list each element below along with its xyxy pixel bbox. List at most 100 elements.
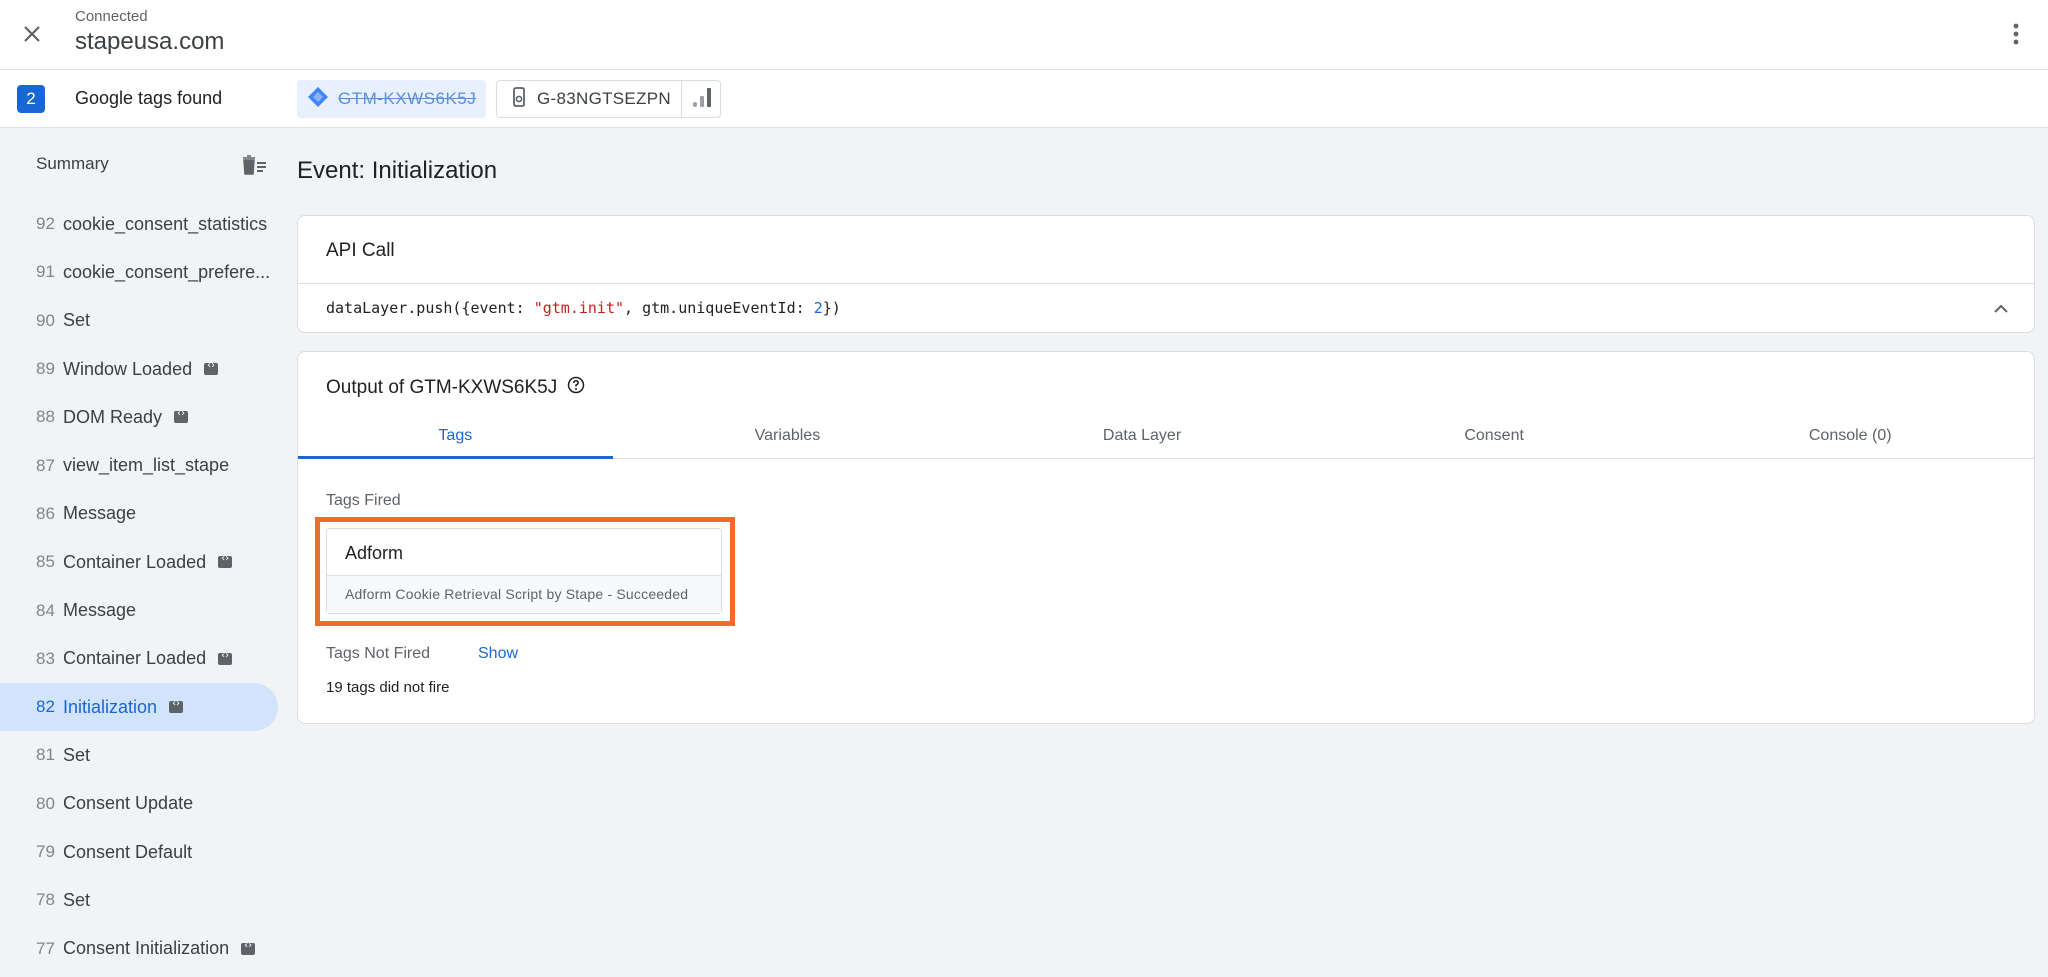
- tags-fired-label: Tags Fired: [326, 492, 401, 509]
- fired-tag-name: Adform: [345, 543, 404, 563]
- gtm-container-id: GTM-KXWS6K5J: [338, 89, 477, 108]
- google-tags-bar: 2 Google tags found GTM-KXWS6K5J G-83NGT…: [0, 70, 2048, 128]
- event-sidebar: Summary 92 cookie_consent_statistics 91 coo…: [0, 128, 280, 977]
- page-title: Event: Initialization: [297, 157, 498, 184]
- event-item-87[interactable]: 87 view_item_list_stape: [0, 441, 280, 489]
- code-string: "gtm.init": [533, 299, 625, 317]
- event-number: 89: [36, 359, 55, 379]
- event-number: 86: [36, 503, 55, 523]
- code-icon: [218, 650, 233, 665]
- tab-console-0[interactable]: Console (0): [1666, 418, 2034, 458]
- event-number: 80: [36, 793, 55, 813]
- event-item-79[interactable]: 79 Consent Default: [0, 828, 280, 876]
- event-number: 88: [36, 407, 55, 427]
- chip-divider: [680, 81, 682, 117]
- gtm-diamond-icon: [307, 86, 329, 113]
- event-item-78[interactable]: 78 Set: [0, 876, 280, 924]
- event-item-80[interactable]: 80 Consent Update: [0, 780, 280, 828]
- event-number: 84: [36, 600, 55, 620]
- event-number: 81: [36, 745, 55, 765]
- event-name: view_item_list_stape: [63, 455, 230, 476]
- close-icon[interactable]: [14, 16, 50, 52]
- event-name: Container Loaded: [63, 551, 207, 572]
- clear-messages-icon[interactable]: [238, 150, 270, 180]
- event-name: Consent Default: [63, 841, 193, 862]
- event-item-91[interactable]: 91 cookie_consent_prefere...: [0, 248, 280, 296]
- summary-label: Summary: [36, 154, 109, 173]
- event-item-86[interactable]: 86 Message: [0, 490, 280, 538]
- tags-not-fired-label: Tags Not Fired: [326, 645, 431, 662]
- event-number: 85: [36, 552, 55, 572]
- event-item-82[interactable]: 82 Initialization: [0, 682, 278, 732]
- event-name: Set: [63, 744, 91, 765]
- event-item-92[interactable]: 92 cookie_consent_statistics: [0, 200, 280, 248]
- event-item-90[interactable]: 90 Set: [0, 297, 280, 345]
- output-title-text: Output of GTM-KXWS6K5J: [326, 377, 558, 398]
- event-number: 79: [36, 842, 55, 861]
- event-name: Message: [63, 600, 137, 621]
- event-number: 78: [36, 890, 55, 910]
- event-item-89[interactable]: 89 Window Loaded: [0, 345, 280, 393]
- code-icon: [241, 940, 256, 955]
- divider: [298, 283, 2034, 284]
- tab-data-layer[interactable]: Data Layer: [962, 418, 1322, 458]
- event-number: 83: [36, 648, 55, 668]
- tags-count-badge: 2: [17, 85, 45, 113]
- event-item-84[interactable]: 84 Message: [0, 586, 280, 634]
- event-item-88[interactable]: 88 DOM Ready: [0, 393, 280, 441]
- more-options-icon[interactable]: [1998, 16, 2034, 52]
- tag-icon: [511, 86, 527, 112]
- code-icon: [174, 408, 189, 424]
- code-icon: [204, 360, 219, 376]
- event-name: Set: [63, 310, 91, 331]
- analytics-icon: [692, 86, 712, 113]
- event-name: Message: [63, 503, 137, 524]
- event-number: 77: [36, 938, 55, 958]
- event-number: 91: [36, 262, 55, 282]
- event-name: Window Loaded: [63, 358, 193, 379]
- fired-tag-card[interactable]: Adform Adform Cookie Retrieval Script by…: [326, 528, 722, 614]
- code-suffix: }): [822, 299, 841, 317]
- show-not-fired-link[interactable]: Show: [478, 645, 518, 663]
- summary-row[interactable]: Summary: [0, 142, 280, 186]
- tab-variables[interactable]: Variables: [613, 418, 963, 458]
- event-name: Container Loaded: [63, 648, 207, 669]
- code-prefix: dataLayer.push({event:: [326, 299, 534, 317]
- output-tabs: Tags Variables Data Layer Consent Console (0…: [298, 418, 2034, 459]
- event-item-81[interactable]: 81 Set: [0, 731, 280, 779]
- event-name: Set: [63, 889, 91, 910]
- event-item-83[interactable]: 83 Container Loaded: [0, 635, 280, 683]
- event-number: 92: [36, 214, 55, 234]
- code-middle: , gtm.uniqueEventId:: [624, 299, 814, 317]
- api-call-card: API Call dataLayer.push({event: "gtm.ini…: [297, 215, 2035, 333]
- event-item-77[interactable]: 77 Consent Initialization: [0, 924, 280, 972]
- event-number: 90: [36, 310, 55, 330]
- connected-domain: stapeusa.com: [75, 28, 225, 55]
- event-name: Consent Initialization: [63, 938, 230, 959]
- event-name: cookie_consent_prefere...: [63, 261, 271, 282]
- ga-measurement-id: G-83NGTSEZPN: [537, 89, 671, 108]
- event-name: Initialization: [63, 696, 158, 717]
- code-icon: [169, 698, 184, 714]
- event-item-85[interactable]: 85 Container Loaded: [0, 538, 280, 586]
- code-number: 2: [813, 299, 823, 317]
- output-card: Output of GTM-KXWS6K5J Tags Variables Data…: [297, 351, 2035, 724]
- event-name: DOM Ready: [63, 406, 163, 427]
- fired-tag-detail-row: Adform Cookie Retrieval Script by Stape …: [327, 575, 721, 613]
- fired-tag-detail: Adform Cookie Retrieval Script by Stape …: [345, 586, 689, 602]
- event-number: 82: [36, 697, 55, 717]
- event-name: Consent Update: [63, 793, 194, 814]
- tab-consent[interactable]: Consent: [1322, 418, 1667, 458]
- not-fired-count: 19 tags did not fire: [326, 679, 450, 696]
- top-header: Connected stapeusa.com: [0, 0, 2048, 70]
- connection-status: Connected: [75, 8, 148, 25]
- code-icon: [218, 553, 233, 569]
- event-list: 92 cookie_consent_statistics 91 cookie_cons…: [0, 200, 280, 973]
- event-name: cookie_consent_statistics: [63, 213, 268, 234]
- chevron-up-icon[interactable]: [1986, 294, 2016, 324]
- output-title: Output of GTM-KXWS6K5J: [326, 376, 585, 400]
- ga-tag-chip[interactable]: G-83NGTSEZPN: [496, 80, 721, 118]
- help-icon[interactable]: [567, 376, 585, 400]
- tab-tags[interactable]: Tags: [298, 418, 613, 459]
- gtm-container-chip[interactable]: GTM-KXWS6K5J: [297, 80, 486, 118]
